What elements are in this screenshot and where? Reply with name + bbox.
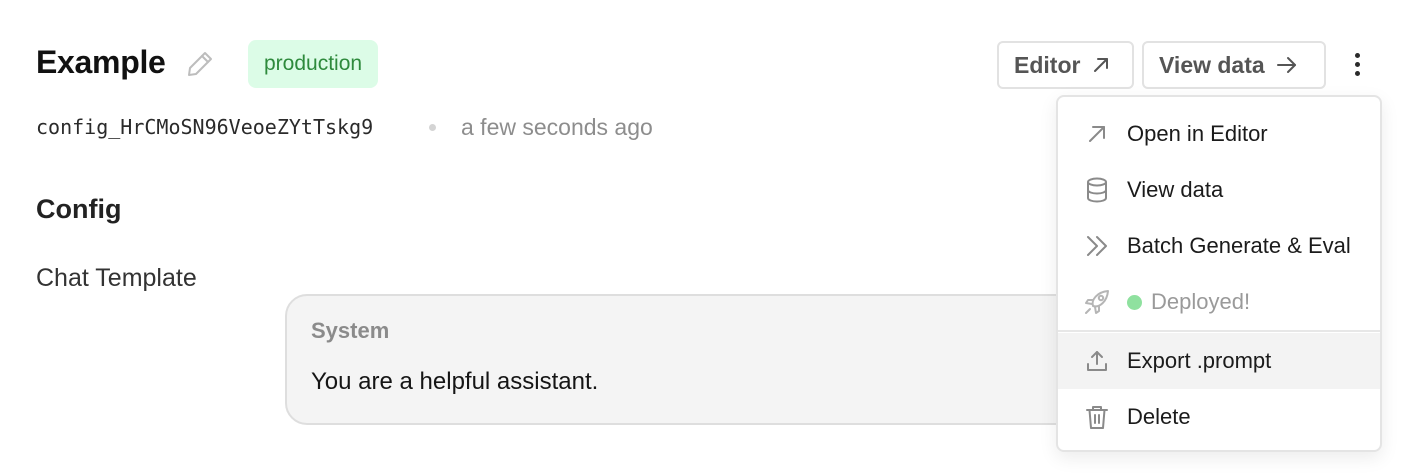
trash-icon	[1083, 403, 1111, 431]
arrow-right-icon	[1276, 57, 1296, 73]
environment-badge: production	[248, 40, 379, 88]
arrow-up-right-icon	[1083, 120, 1111, 148]
menu-item-batch-generate-eval[interactable]: Batch Generate & Eval	[1058, 218, 1380, 274]
menu-item-label: Delete	[1127, 404, 1191, 429]
menu-item-label: View data	[1127, 177, 1224, 202]
menu-item-deployed: Deployed!	[1058, 274, 1380, 330]
menu-item-open-in-editor[interactable]: Open in Editor	[1058, 106, 1380, 162]
menu-item-delete[interactable]: Delete	[1058, 389, 1380, 445]
timestamp: a few seconds ago	[461, 114, 653, 140]
kebab-dot	[1354, 70, 1360, 76]
chevrons-right-icon	[1083, 232, 1111, 260]
database-icon	[1083, 176, 1111, 204]
menu-item-label: Open in Editor	[1127, 121, 1268, 146]
more-options-menu: Open in Editor View data Batch Generate …	[1056, 95, 1382, 452]
view-data-button-label: View data	[1159, 51, 1265, 78]
kebab-dot	[1354, 52, 1360, 58]
message-role: System	[311, 318, 390, 343]
pencil-icon[interactable]	[184, 48, 216, 80]
menu-item-export-prompt[interactable]: Export .prompt	[1058, 333, 1380, 389]
editor-button-label: Editor	[1014, 51, 1081, 78]
arrow-up-right-icon	[1094, 58, 1109, 72]
editor-button[interactable]: Editor	[997, 41, 1134, 89]
menu-item-label: Deployed!	[1151, 289, 1251, 314]
deployed-status-dot	[1127, 294, 1142, 310]
upload-icon	[1083, 347, 1111, 375]
menu-item-label: Batch Generate & Eval	[1127, 233, 1351, 258]
message-content: You are a helpful assistant.	[311, 368, 599, 395]
chat-template-label: Chat Template	[36, 264, 197, 292]
menu-divider	[1058, 330, 1380, 332]
kebab-dot	[1354, 61, 1360, 67]
menu-item-view-data[interactable]: View data	[1058, 162, 1380, 218]
page-title: Example	[36, 44, 166, 80]
system-message-box: System You are a helpful assistant.	[285, 294, 1105, 425]
more-options-button[interactable]	[1342, 44, 1372, 84]
view-data-button[interactable]: View data	[1142, 41, 1326, 89]
separator-dot	[429, 124, 436, 131]
section-title-config: Config	[36, 194, 122, 224]
config-id: config_HrCMoSN96VeoeZYtTskg9	[36, 115, 374, 139]
menu-item-label: Export .prompt	[1127, 348, 1272, 373]
rocket-icon	[1083, 288, 1111, 316]
